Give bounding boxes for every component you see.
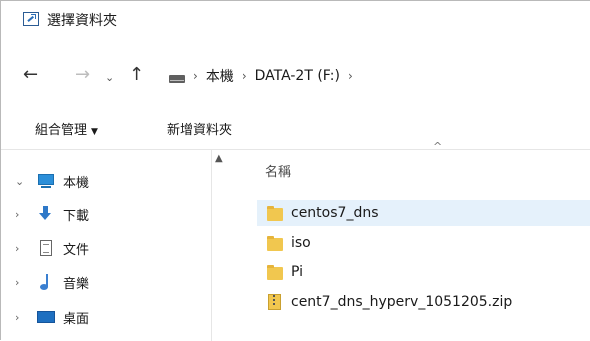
up-button[interactable]: ↑ — [129, 64, 144, 86]
nav-item-label: 桌面 — [63, 311, 90, 327]
file-row-zip[interactable]: cent7_dns_hyperv_1051205.zip — [257, 289, 512, 315]
folder-icon — [267, 264, 283, 280]
sort-ascending-icon: ^ — [433, 140, 443, 153]
nav-item-desktop[interactable]: › 桌面 — [15, 305, 89, 329]
forward-button[interactable]: → — [75, 64, 90, 86]
file-name: Pi — [291, 264, 304, 280]
file-name: centos7_dns — [291, 205, 379, 221]
nav-item-label: 本機 — [63, 175, 90, 191]
window-title: 選擇資料夾 — [47, 13, 117, 29]
file-row-centos7-dns[interactable]: centos7_dns — [257, 200, 590, 226]
organize-button[interactable]: 組合管理 ▼ — [35, 119, 98, 138]
column-header-name[interactable]: 名稱 — [265, 161, 291, 180]
breadcrumb-item-this-pc[interactable]: 本機 — [206, 66, 234, 86]
drive-icon — [169, 75, 185, 83]
nav-item-music[interactable]: › 音樂 — [15, 270, 89, 294]
chevron-right-icon[interactable]: › — [15, 242, 29, 255]
breadcrumb-item-drive[interactable]: DATA-2T (F:) — [255, 68, 340, 84]
title-bar: 選擇資料夾 — [1, 1, 590, 39]
organize-label: 組合管理 — [35, 123, 88, 138]
chevron-down-icon: ▼ — [91, 127, 98, 137]
recent-locations-button[interactable]: ⌄ — [105, 67, 114, 89]
breadcrumb-separator-icon[interactable]: › — [348, 69, 353, 83]
zip-file-icon — [267, 294, 283, 310]
music-icon — [37, 274, 55, 290]
nav-item-label: 下載 — [63, 208, 90, 224]
folder-icon — [267, 205, 283, 221]
nav-item-this-pc[interactable]: ⌄ 本機 — [15, 169, 89, 193]
chevron-down-icon[interactable]: ⌄ — [15, 175, 29, 188]
command-bar: 組合管理 ▼ 新增資料夾 — [1, 105, 590, 150]
file-name: cent7_dns_hyperv_1051205.zip — [291, 294, 513, 310]
file-row-pi[interactable]: Pi — [257, 259, 303, 285]
folder-icon — [267, 235, 283, 251]
back-button[interactable]: ← — [23, 64, 38, 86]
pc-icon — [37, 173, 55, 189]
file-row-iso[interactable]: iso — [257, 230, 311, 256]
nav-item-downloads[interactable]: › 下載 — [15, 202, 89, 226]
breadcrumb[interactable]: › 本機 › DATA-2T (F:) › — [169, 65, 361, 87]
nav-item-label: 文件 — [63, 242, 90, 258]
file-name: iso — [291, 235, 311, 251]
breadcrumb-separator-icon[interactable]: › — [242, 69, 247, 83]
download-icon — [37, 206, 55, 222]
document-icon — [37, 240, 55, 256]
chevron-right-icon[interactable]: › — [15, 276, 29, 289]
desktop-icon — [37, 309, 55, 325]
chevron-right-icon[interactable]: › — [15, 208, 29, 221]
nav-item-label: 音樂 — [63, 276, 90, 292]
select-folder-dialog: 選擇資料夾 ← → ⌄ ↑ › 本機 › DATA-2T (F:) › 組合管理… — [0, 0, 590, 341]
nav-item-documents[interactable]: › 文件 — [15, 236, 89, 260]
new-folder-button[interactable]: 新增資料夾 — [167, 119, 232, 138]
chevron-right-icon[interactable]: › — [15, 311, 29, 324]
address-bar: ← → ⌄ ↑ › 本機 › DATA-2T (F:) › — [1, 56, 590, 98]
scroll-up-arrow-icon[interactable]: ▲ — [215, 153, 223, 164]
folder-select-icon — [23, 12, 39, 26]
breadcrumb-separator-icon[interactable]: › — [193, 69, 198, 83]
